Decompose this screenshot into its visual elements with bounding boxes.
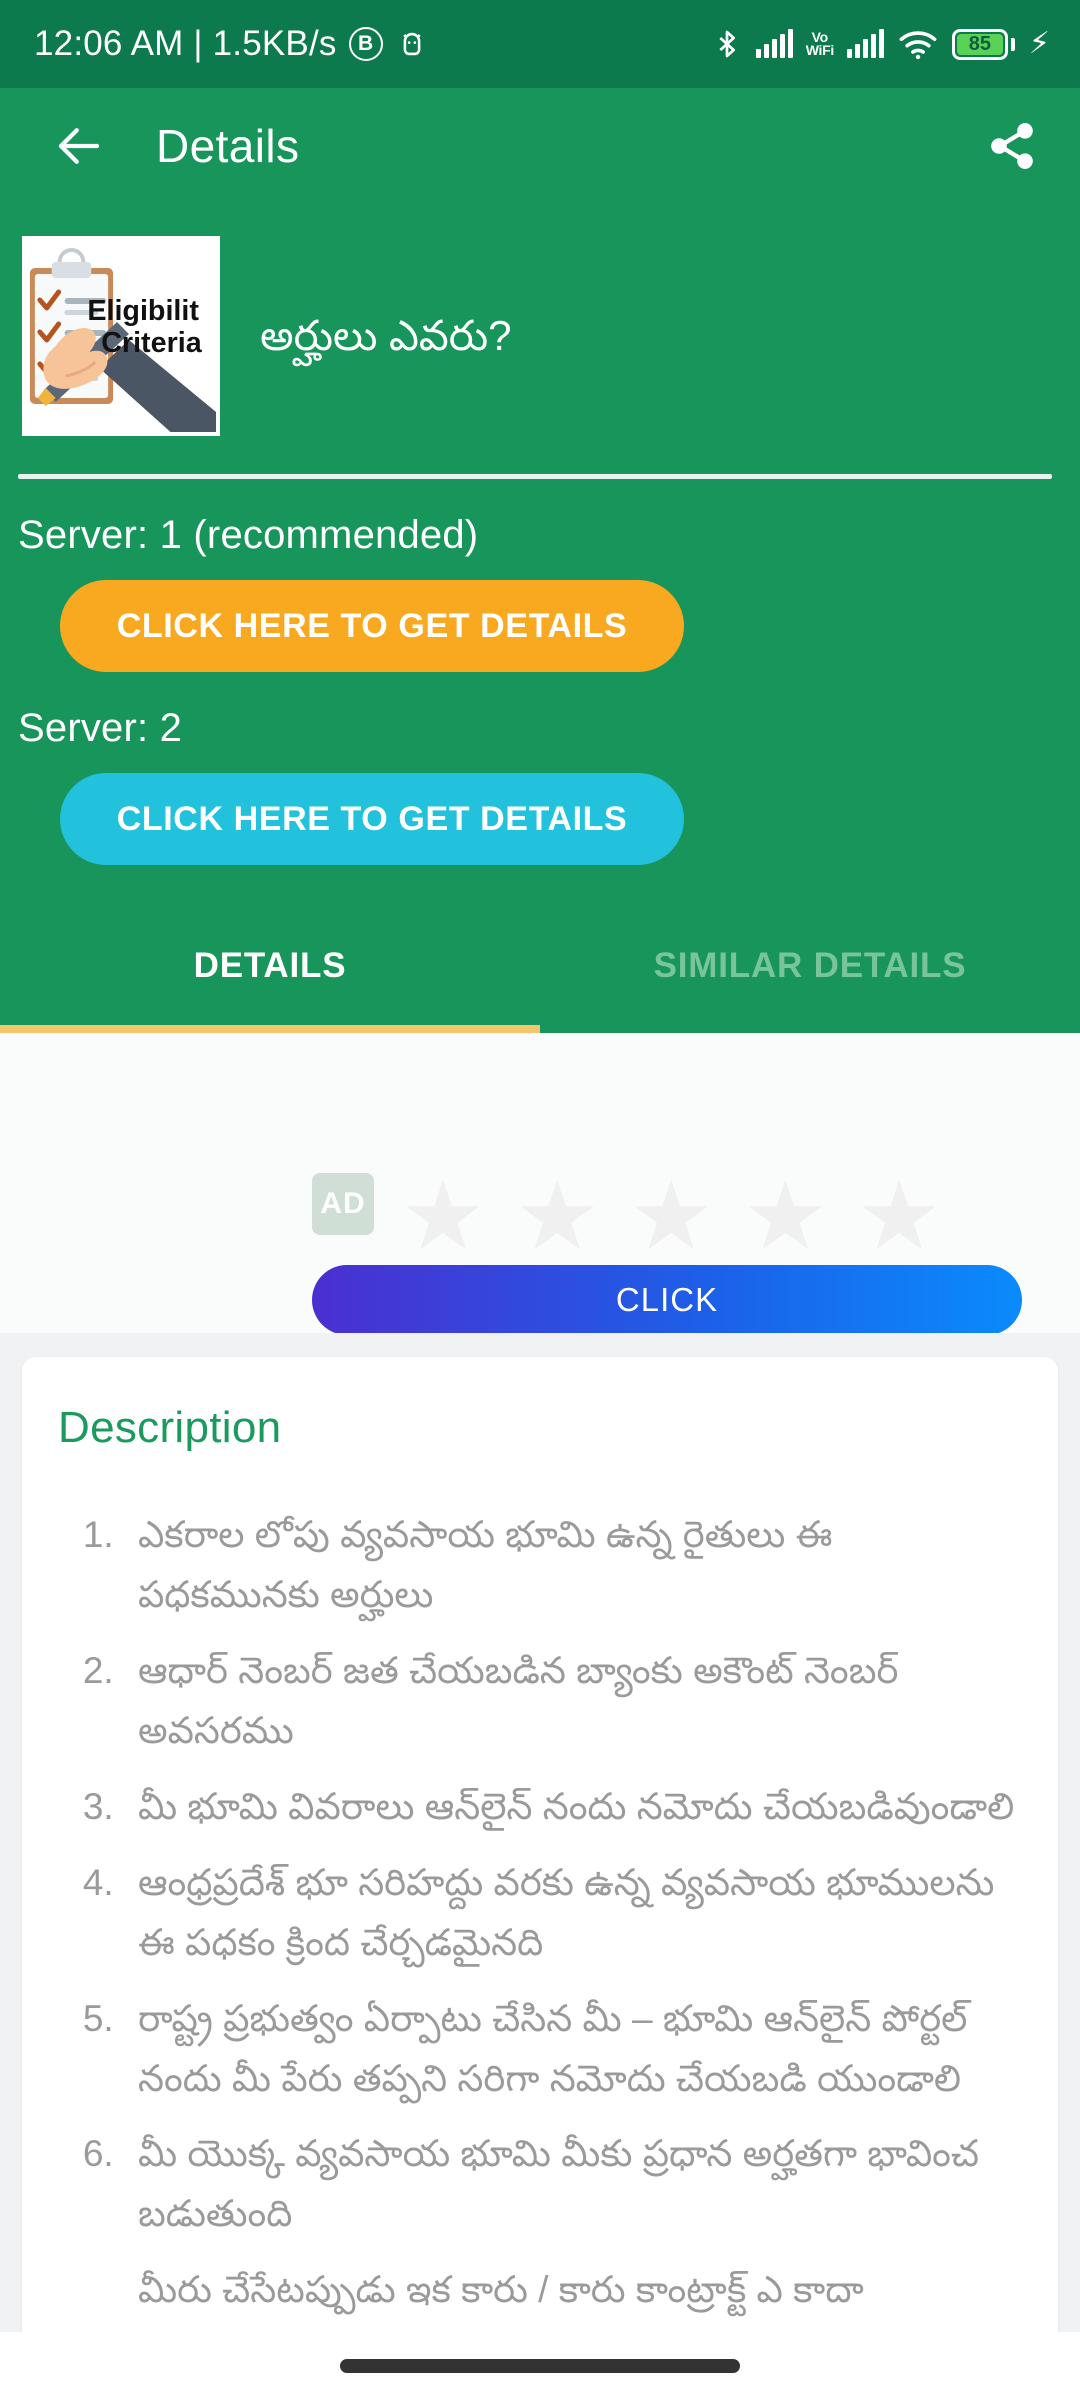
wifi-icon <box>897 27 939 61</box>
list-item: ఆంధ్రప్రదేశ్ భూ సరిహద్దు వరకు ఉన్న వ్యవస… <box>124 1853 1022 1973</box>
status-bar: 12:06 AM | 1.5KB/s B Vo WiFi 85 ⚡ <box>0 0 1080 88</box>
status-bar-left: 12:06 AM | 1.5KB/s B <box>34 24 429 64</box>
tab-indicator-active <box>0 1025 540 1033</box>
b-badge-icon: B <box>348 27 383 61</box>
tab-indicator <box>0 1025 1080 1033</box>
ad-placeholder: AD ★ ★ ★ ★ ★ CLICK <box>0 1033 1080 1333</box>
android-bug-icon <box>395 27 429 61</box>
ad-rating-stars: ★ ★ ★ ★ ★ <box>400 1169 942 1265</box>
status-clock-and-network-speed: 12:06 AM | 1.5KB/s <box>34 24 337 63</box>
tab-similar-details[interactable]: SIMILAR DETAILS <box>540 907 1080 1025</box>
server-2-get-details-button[interactable]: CLICK HERE TO GET DETAILS <box>60 773 684 865</box>
bluetooth-icon <box>711 26 743 62</box>
hero-title: అర్హులు ఎవరు? <box>260 311 512 359</box>
hero-header-row: Eligibilit Criteria అర్హులు ఎవరు? <box>0 204 1080 436</box>
star-icon: ★ <box>856 1163 943 1270</box>
star-icon: ★ <box>400 1163 487 1270</box>
hero-divider <box>18 474 1052 479</box>
app-bar: Details <box>0 88 1080 204</box>
star-icon: ★ <box>628 1163 715 1270</box>
tab-indicator-inactive <box>540 1025 1080 1033</box>
navigation-bar <box>0 2332 1080 2400</box>
description-card: Description ఎకరాల లోపు వ్యవసాయ భూమి ఉన్న… <box>22 1357 1058 2400</box>
list-item: మీ యొక్క వ్యవసాయ భూమి మీకు ప్రధాన అర్హతగ… <box>124 2124 1022 2244</box>
eligibility-criteria-thumbnail: Eligibilit Criteria <box>22 236 220 436</box>
ad-click-button[interactable]: CLICK <box>312 1265 1022 1333</box>
tab-content: AD ★ ★ ★ ★ ★ CLICK Description ఎకరాల లోప… <box>0 1033 1080 2400</box>
server-1-label: Server: 1 (recommended) <box>18 513 479 557</box>
back-button[interactable] <box>52 119 106 173</box>
signal-bars-2-icon <box>846 29 884 58</box>
signal-bars-icon <box>755 29 793 58</box>
server-2-label: Server: 2 <box>18 706 183 750</box>
list-item: ఆధార్ నెంబర్ జత చేయబడిన బ్యాంకు అకౌంట్ న… <box>124 1641 1022 1761</box>
vowifi-icon: Vo WiFi <box>805 29 835 58</box>
description-list: ఎకరాల లోపు వ్యవసాయ భూమి ఉన్న రైతులు ఈ పధ… <box>124 1505 1022 2244</box>
list-item: ఎకరాల లోపు వ్యవసాయ భూమి ఉన్న రైతులు ఈ పధ… <box>124 1505 1022 1625</box>
charging-bolt-icon: ⚡ <box>1028 27 1050 60</box>
hero-panel: Eligibilit Criteria అర్హులు ఎవరు? Server… <box>0 204 1080 1033</box>
tab-bar: DETAILS SIMILAR DETAILS <box>0 907 1080 1025</box>
share-button[interactable] <box>986 120 1038 172</box>
page-title: Details <box>156 120 300 172</box>
battery-percent-label: 85 <box>968 33 992 55</box>
battery-icon: 85 <box>951 28 1015 60</box>
list-item: మీ భూమి వివరాలు ఆన్‌లైన్ నందు నమోదు చేయబ… <box>124 1777 1022 1837</box>
status-bar-right: Vo WiFi 85 ⚡ <box>711 26 1050 62</box>
home-gesture-pill[interactable] <box>340 2359 740 2373</box>
svg-text:Criteria: Criteria <box>101 327 202 359</box>
ad-badge: AD <box>312 1173 374 1235</box>
server-1-get-details-button[interactable]: CLICK HERE TO GET DETAILS <box>60 580 684 672</box>
description-heading: Description <box>58 1403 282 1452</box>
tab-details[interactable]: DETAILS <box>0 907 540 1025</box>
description-clipped-line: మీరు చేసేటప్పుడు ఇక కారు / కారు కాంట్రాక… <box>138 2269 864 2311</box>
phone-screen: 12:06 AM | 1.5KB/s B Vo WiFi 85 ⚡ Detail… <box>0 0 1080 2400</box>
list-item: రాష్ట్ర ప్రభుత్వం ఏర్పాటు చేసిన మీ – భూమ… <box>124 1989 1022 2109</box>
star-icon: ★ <box>514 1163 601 1270</box>
star-icon: ★ <box>742 1163 829 1270</box>
svg-text:Eligibilit: Eligibilit <box>87 295 199 327</box>
